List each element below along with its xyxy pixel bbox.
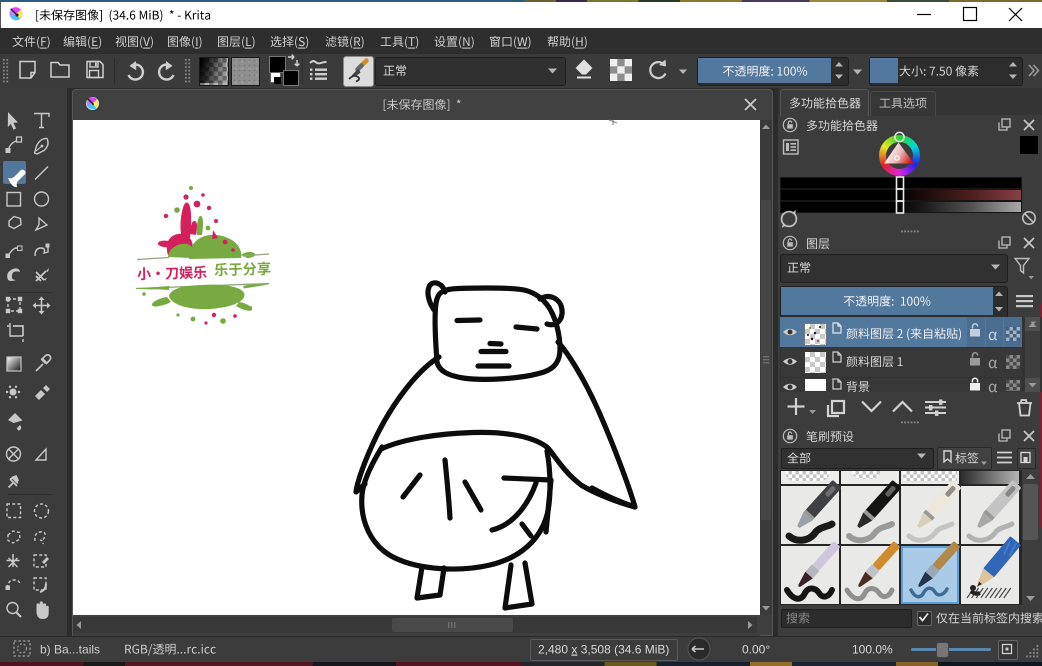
svg-text:0.00°: 0.00° bbox=[742, 643, 770, 657]
svg-text:b) Ba...tails: b) Ba...tails bbox=[40, 643, 100, 657]
svg-text:100.0%: 100.0% bbox=[852, 643, 893, 657]
svg-text:2,480 x 3,508 (34.6 MiB): 2,480 x 3,508 (34.6 MiB) bbox=[538, 643, 669, 657]
